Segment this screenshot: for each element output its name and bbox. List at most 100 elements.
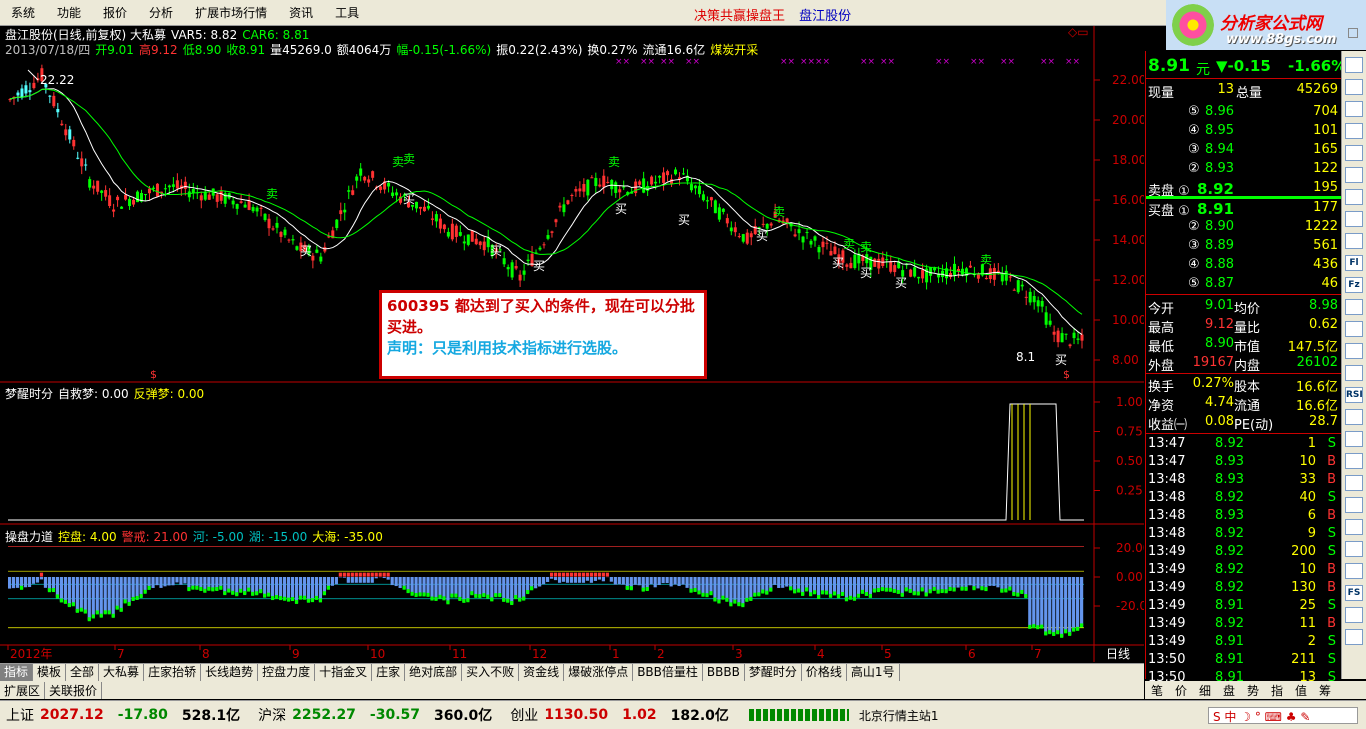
tick-row-cell: 10: [1299, 562, 1316, 577]
sell-signal: 卖: [860, 240, 872, 254]
menu-news[interactable]: 资讯: [278, 4, 324, 21]
tab-13[interactable]: BBB倍量柱: [633, 664, 703, 681]
tab-7[interactable]: 十指金叉: [315, 664, 373, 681]
tool-button[interactable]: [1345, 167, 1363, 183]
cy-change: 1.02: [622, 707, 657, 723]
tool-button[interactable]: Fl: [1345, 255, 1363, 271]
candle-body: [725, 218, 729, 224]
tab-1[interactable]: 模板: [33, 664, 67, 681]
force-bar: [366, 577, 370, 583]
force-tip: [860, 589, 865, 594]
menu-function[interactable]: 功能: [46, 4, 92, 21]
period-label: 日线: [1106, 647, 1130, 661]
force-tip: [486, 594, 490, 599]
tool-button[interactable]: [1345, 497, 1363, 513]
tick-row-cell: 8.93: [1215, 472, 1244, 487]
tool-button[interactable]: [1345, 629, 1363, 645]
tool-button[interactable]: [1345, 541, 1363, 557]
candle-body: [514, 265, 518, 269]
extra-tab-0[interactable]: 扩展区: [0, 681, 46, 699]
quote-tab-5[interactable]: 指: [1265, 682, 1289, 699]
stat2-row-cell: 0.27%: [1192, 376, 1234, 391]
tool-button[interactable]: [1345, 299, 1363, 315]
tab-15[interactable]: 梦醒时分: [745, 664, 802, 681]
tab-17[interactable]: 高山1号: [847, 664, 900, 681]
tab-10[interactable]: 买入不败: [462, 664, 520, 681]
bid-row: 买盘 ① 8.91 177: [1146, 199, 1342, 219]
force-bar: [159, 577, 163, 588]
stat-row: 最高 9.12 量比 0.62: [1146, 316, 1342, 336]
tool-button[interactable]: [1345, 189, 1363, 205]
quote-tab-4[interactable]: 势: [1241, 682, 1265, 699]
tab-12[interactable]: 爆破涨停点: [564, 664, 634, 681]
tool-button[interactable]: [1345, 123, 1363, 139]
stat-row-cell: 0.62: [1309, 317, 1338, 332]
force-bar: [135, 577, 139, 599]
tool-button[interactable]: [1345, 365, 1363, 381]
tool-button[interactable]: [1345, 431, 1363, 447]
tool-button[interactable]: [1345, 79, 1363, 95]
quote-tab-6[interactable]: 值: [1289, 682, 1313, 699]
low-price-label: 8.1: [1016, 350, 1035, 364]
mark-x: ××: [685, 57, 700, 67]
panel3-title: 操盘力道 控盘: 4.00 警戒: 21.00 河: -5.00 湖: -15.00 大海…: [5, 528, 388, 545]
tool-button[interactable]: [1345, 145, 1363, 161]
ask-row-cell: 8.94: [1205, 142, 1234, 157]
tab-2[interactable]: 全部: [66, 664, 100, 681]
tool-button[interactable]: [1345, 343, 1363, 359]
tool-button[interactable]: [1345, 409, 1363, 425]
quote-tab-1[interactable]: 价: [1169, 682, 1193, 699]
ime-toolbar[interactable]: S 中 ☽ ° ⌨ ♣ ✎: [1208, 707, 1358, 724]
tab-11[interactable]: 资金线: [519, 664, 565, 681]
tool-button[interactable]: [1345, 321, 1363, 337]
force-tip: [275, 595, 279, 600]
tick-row: 13:48 8.93 6 B: [1146, 507, 1342, 525]
tab-9[interactable]: 绝对底部: [405, 664, 463, 681]
tool-button[interactable]: [1345, 211, 1363, 227]
tick-row-cell: 8.92: [1215, 490, 1244, 505]
tool-button[interactable]: [1345, 57, 1363, 73]
window-restore-button[interactable]: [1348, 28, 1358, 38]
tab-0[interactable]: 指标: [0, 664, 34, 681]
quote-tab-0[interactable]: 笔: [1145, 682, 1169, 699]
menu-ext-market[interactable]: 扩展市场行情: [184, 4, 278, 21]
tool-button[interactable]: [1345, 233, 1363, 249]
tool-button[interactable]: FS: [1345, 585, 1363, 601]
extra-tab-1[interactable]: 关联报价: [45, 681, 103, 699]
tool-button[interactable]: [1345, 453, 1363, 469]
menu-quote[interactable]: 报价: [92, 4, 138, 21]
y-tick-label: 14.00: [1112, 233, 1144, 247]
force-bar: [741, 577, 745, 607]
quote-tab-2[interactable]: 细: [1193, 682, 1217, 699]
quote-tab-3[interactable]: 盘: [1217, 682, 1241, 699]
menu-system[interactable]: 系统: [0, 4, 46, 21]
menu-tools[interactable]: 工具: [324, 4, 370, 21]
force-tip: [294, 599, 299, 604]
candle-body: [20, 88, 24, 98]
tab-5[interactable]: 长线趋势: [201, 664, 259, 681]
tab-4[interactable]: 庄家抬轿: [144, 664, 202, 681]
force-tip: [1076, 626, 1080, 631]
tool-button[interactable]: [1345, 563, 1363, 579]
tab-3[interactable]: 大私募: [99, 664, 145, 681]
ask-row: 卖盘 ① 8.92 195: [1146, 179, 1342, 199]
tab-8[interactable]: 庄家: [372, 664, 406, 681]
candle-body: [681, 173, 685, 175]
tool-button[interactable]: RSI: [1345, 387, 1363, 403]
tool-button[interactable]: Fz: [1345, 277, 1363, 293]
candle-body: [510, 262, 514, 278]
tool-button[interactable]: [1345, 101, 1363, 117]
tool-button[interactable]: [1345, 519, 1363, 535]
stat2-row: 换手 0.27% 股本 16.6亿: [1146, 375, 1342, 395]
tick-row-cell: 1: [1307, 436, 1316, 451]
tool-button[interactable]: [1345, 607, 1363, 623]
menu-analysis[interactable]: 分析: [138, 4, 184, 21]
tab-6[interactable]: 控盘力度: [258, 664, 316, 681]
tool-button[interactable]: [1345, 475, 1363, 491]
quote-tab-7[interactable]: 筹: [1313, 682, 1337, 699]
tab-16[interactable]: 价格线: [802, 664, 847, 681]
force-bar: [386, 577, 390, 580]
force-tip: [725, 597, 729, 602]
candle-body: [108, 195, 112, 206]
tab-14[interactable]: BBBB: [703, 664, 745, 681]
